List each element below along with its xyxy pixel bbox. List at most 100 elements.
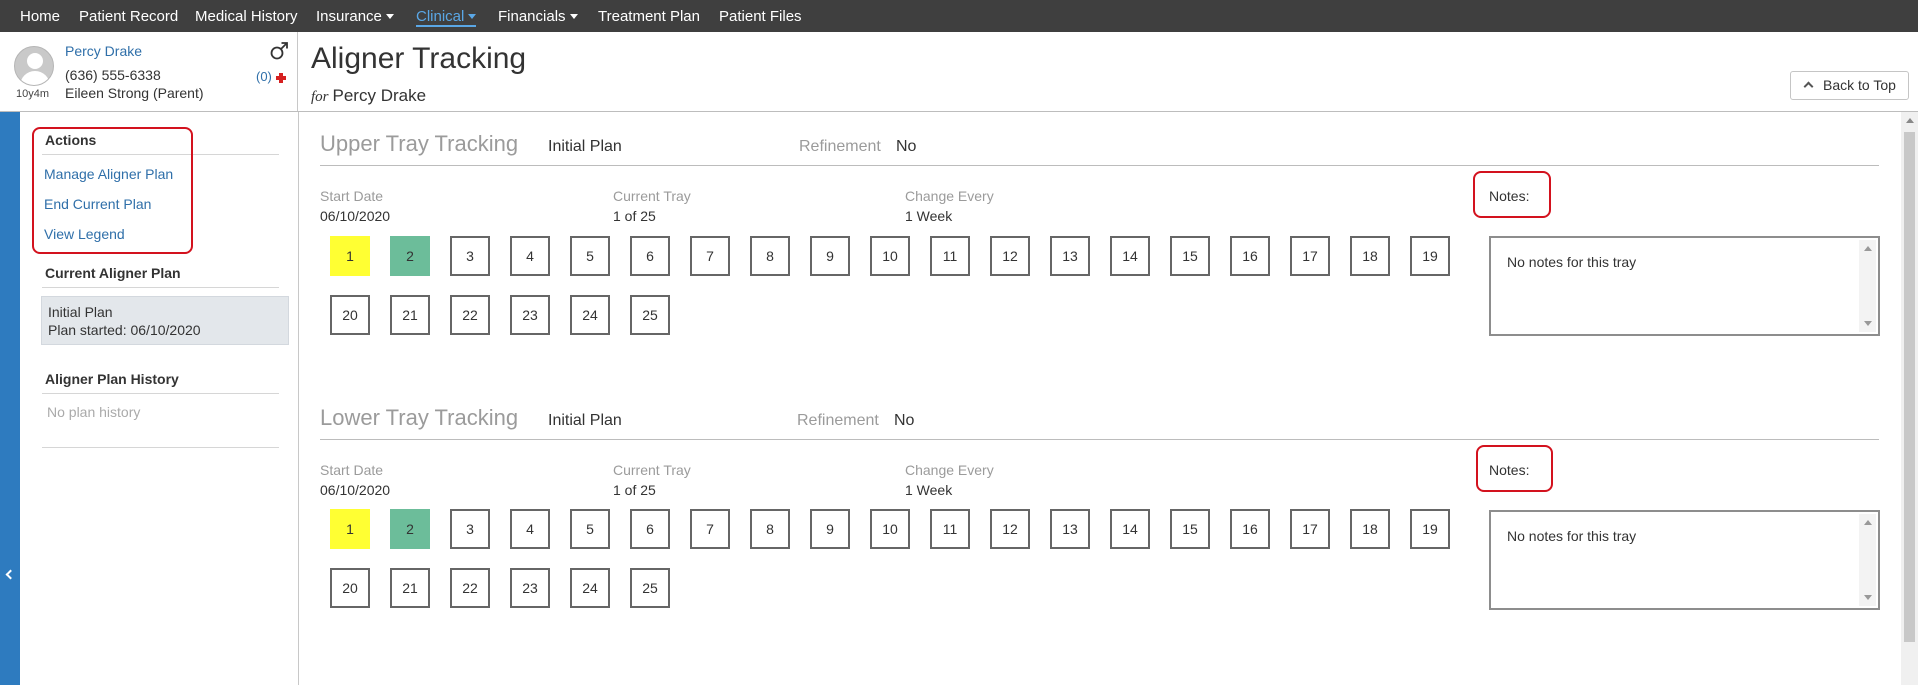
nav-financials[interactable]: Financials [498, 0, 578, 32]
upper-tray-18[interactable]: 18 [1350, 236, 1390, 276]
lower-change-every-value: 1 Week [905, 482, 953, 498]
lower-current-tray-value: 1 of 25 [613, 482, 656, 498]
upper-tray-25[interactable]: 25 [630, 295, 670, 335]
sidebar-divider [298, 112, 299, 685]
nav-clinical-label: Clinical [416, 8, 465, 25]
nav-clinical[interactable]: Clinical [416, 0, 477, 32]
current-plan-card[interactable]: Initial Plan Plan started: 06/10/2020 [41, 296, 289, 345]
lower-tray-25[interactable]: 25 [630, 568, 670, 608]
lower-tray-12[interactable]: 12 [990, 509, 1030, 549]
upper-plan-name: Initial Plan [548, 138, 622, 155]
lower-tray-7[interactable]: 7 [690, 509, 730, 549]
lower-tray-1[interactable]: 1 [330, 509, 370, 549]
nav-treatment-plan[interactable]: Treatment Plan [598, 0, 700, 32]
nav-patient-files[interactable]: Patient Files [719, 0, 802, 32]
upper-tray-24[interactable]: 24 [570, 295, 610, 335]
lower-tray-2[interactable]: 2 [390, 509, 430, 549]
lower-tray-4[interactable]: 4 [510, 509, 550, 549]
plan-history-divider [42, 393, 279, 394]
lower-tray-5[interactable]: 5 [570, 509, 610, 549]
sidebar-collapse-toggle[interactable] [0, 112, 20, 685]
lower-tray-21[interactable]: 21 [390, 568, 430, 608]
lower-tray-9[interactable]: 9 [810, 509, 850, 549]
plan-history-bottom-divider [42, 447, 279, 448]
patient-age: 10y4m [16, 88, 50, 100]
upper-tray-19[interactable]: 19 [1410, 236, 1450, 276]
upper-tray-21[interactable]: 21 [390, 295, 430, 335]
lower-refinement-label: Refinement [797, 412, 879, 429]
avatar [14, 46, 54, 86]
lower-tray-14[interactable]: 14 [1110, 509, 1150, 549]
upper-tray-20[interactable]: 20 [330, 295, 370, 335]
lower-tray-18[interactable]: 18 [1350, 509, 1390, 549]
nav-patient-record[interactable]: Patient Record [79, 0, 178, 32]
lower-tray-20[interactable]: 20 [330, 568, 370, 608]
end-current-plan-link[interactable]: End Current Plan [44, 196, 151, 212]
upper-tray-4[interactable]: 4 [510, 236, 550, 276]
upper-notes-textarea[interactable]: No notes for this tray [1489, 236, 1880, 336]
page-subtitle: for Percy Drake [311, 86, 426, 106]
current-plan-started: Plan started: 06/10/2020 [48, 322, 201, 338]
upper-tray-6[interactable]: 6 [630, 236, 670, 276]
upper-tray-11[interactable]: 11 [930, 236, 970, 276]
patient-name-link[interactable]: Percy Drake [65, 43, 142, 59]
lower-notes-textarea[interactable]: No notes for this tray [1489, 510, 1880, 610]
view-legend-link[interactable]: View Legend [44, 226, 125, 242]
lower-notes-text: No notes for this tray [1507, 528, 1637, 544]
upper-tray-12[interactable]: 12 [990, 236, 1030, 276]
upper-tray-2[interactable]: 2 [390, 236, 430, 276]
nav-medical-history[interactable]: Medical History [195, 0, 298, 32]
chevron-down-icon [468, 14, 477, 19]
upper-tray-10[interactable]: 10 [870, 236, 910, 276]
lower-tray-6[interactable]: 6 [630, 509, 670, 549]
lower-tray-24[interactable]: 24 [570, 568, 610, 608]
nav-insurance[interactable]: Insurance [316, 0, 394, 32]
upper-tray-16[interactable]: 16 [1230, 236, 1270, 276]
upper-tray-3[interactable]: 3 [450, 236, 490, 276]
lower-tray-13[interactable]: 13 [1050, 509, 1090, 549]
manage-aligner-plan-link[interactable]: Manage Aligner Plan [44, 166, 173, 182]
lower-notes-scrollbar[interactable] [1859, 514, 1876, 606]
upper-tray-5[interactable]: 5 [570, 236, 610, 276]
lower-tray-22[interactable]: 22 [450, 568, 490, 608]
page-scrollbar-thumb[interactable] [1904, 132, 1915, 642]
upper-tray-23[interactable]: 23 [510, 295, 550, 335]
nav-home[interactable]: Home [20, 0, 60, 32]
lower-tray-17[interactable]: 17 [1290, 509, 1330, 549]
upper-tray-17[interactable]: 17 [1290, 236, 1330, 276]
medical-alert-icon[interactable] [276, 73, 286, 83]
page-scrollbar[interactable] [1901, 112, 1918, 685]
lower-change-every-label: Change Every [905, 462, 994, 478]
upper-notes-text: No notes for this tray [1507, 254, 1637, 270]
upper-tray-14[interactable]: 14 [1110, 236, 1150, 276]
lower-tray-19[interactable]: 19 [1410, 509, 1450, 549]
page-title: Aligner Tracking [311, 42, 527, 75]
upper-tray-8[interactable]: 8 [750, 236, 790, 276]
upper-tray-7[interactable]: 7 [690, 236, 730, 276]
lower-tray-15[interactable]: 15 [1170, 509, 1210, 549]
lower-current-tray-label: Current Tray [613, 462, 691, 478]
top-navigation: Home Patient Record Medical History Insu… [0, 0, 1918, 32]
scroll-down-icon [1864, 595, 1872, 600]
chevron-down-icon [385, 14, 394, 19]
lower-tray-3[interactable]: 3 [450, 509, 490, 549]
upper-tray-15[interactable]: 15 [1170, 236, 1210, 276]
header-divider [0, 111, 1918, 112]
back-to-top-button[interactable]: Back to Top [1790, 71, 1909, 100]
upper-notes-scrollbar[interactable] [1859, 240, 1876, 332]
lower-tray-8[interactable]: 8 [750, 509, 790, 549]
upper-tray-1[interactable]: 1 [330, 236, 370, 276]
medical-alerts-count[interactable]: (0) [256, 69, 272, 84]
upper-tray-13[interactable]: 13 [1050, 236, 1090, 276]
upper-tray-title: Upper Tray Tracking [320, 131, 519, 156]
lower-tray-10[interactable]: 10 [870, 509, 910, 549]
lower-start-date-value: 06/10/2020 [320, 482, 391, 498]
patient-parent: Eileen Strong (Parent) [65, 85, 204, 101]
lower-tray-16[interactable]: 16 [1230, 509, 1270, 549]
lower-tray-11[interactable]: 11 [930, 509, 970, 549]
upper-tray-9[interactable]: 9 [810, 236, 850, 276]
lower-tray-23[interactable]: 23 [510, 568, 550, 608]
upper-tray-22[interactable]: 22 [450, 295, 490, 335]
scroll-up-icon [1864, 520, 1872, 525]
current-plan-divider [42, 287, 279, 288]
